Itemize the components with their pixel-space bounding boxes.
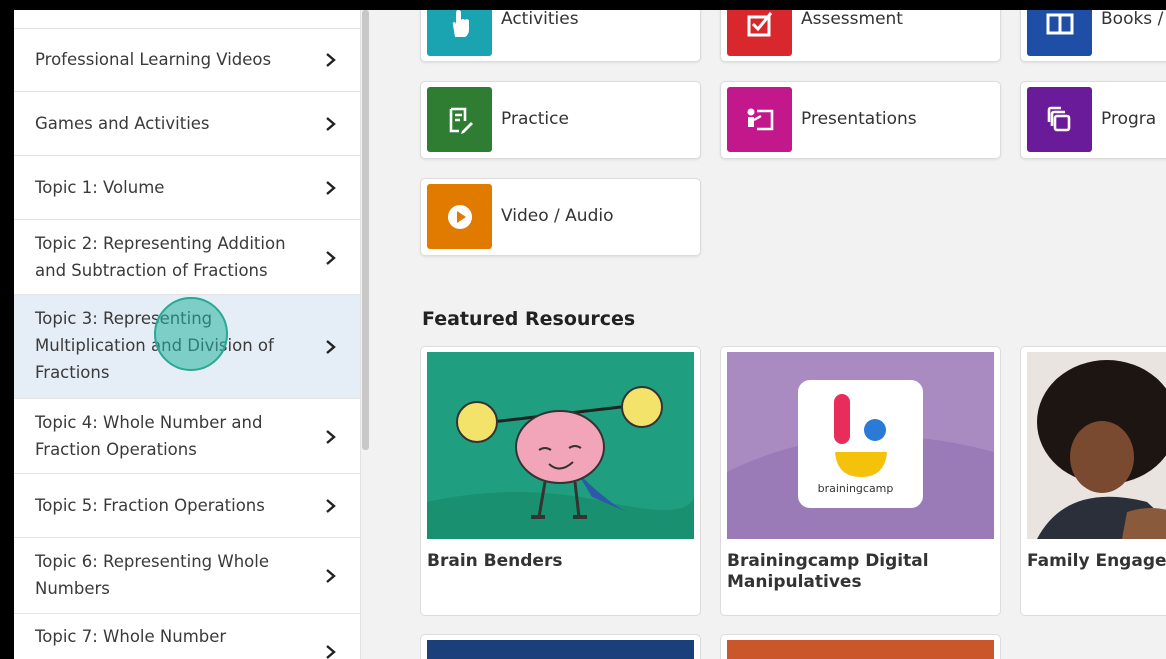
sidebar-item-label: Topic 2: Representing Addition and Subtr…	[35, 234, 286, 280]
tile-label: Books /	[1101, 10, 1164, 29]
tile-label: Presentations	[801, 109, 917, 129]
tile-label: Practice	[501, 109, 569, 129]
click-indicator	[154, 297, 228, 371]
tile-presentations[interactable]: Presentations	[720, 81, 1001, 159]
tile-assessment[interactable]: Assessment	[720, 10, 1001, 62]
tile-programs-icon-box	[1027, 87, 1092, 152]
family-photo-image	[1027, 352, 1166, 539]
sidebar-scrollbar[interactable]	[362, 10, 369, 450]
tile-practice-icon-box	[427, 87, 492, 152]
sidebar-item-topic-5[interactable]: Topic 5: Fraction Operations	[14, 474, 360, 538]
tile-label: Progra	[1101, 109, 1157, 129]
brainingcamp-logo-text: brainingcamp	[817, 482, 894, 495]
tile-video-icon-box	[427, 184, 492, 249]
tile-programs[interactable]: Progra	[1020, 81, 1166, 159]
checkbox-icon	[747, 11, 772, 36]
tile-label: Video / Audio	[501, 206, 614, 226]
sidebar-item-topic-4[interactable]: Topic 4: Whole Number and Fraction Opera…	[14, 399, 360, 474]
chevron-right-icon	[326, 645, 336, 659]
card-brainingcamp[interactable]: brainingcamp Brainingcamp Digital Manipu…	[720, 346, 1001, 616]
tile-label: Activities	[501, 10, 579, 29]
featured-resources-title: Featured Resources	[422, 308, 636, 330]
card-label: Brainingcamp Digital Manipulatives	[727, 551, 929, 592]
card-next-row-1-image	[427, 640, 694, 659]
chevron-right-icon	[326, 117, 336, 131]
tile-activities-icon-box	[427, 10, 492, 56]
tile-practice[interactable]: Practice	[420, 81, 701, 159]
tile-label: Assessment	[801, 10, 903, 29]
card-next-row-2-image	[727, 640, 994, 659]
chevron-right-icon	[326, 569, 336, 583]
play-icon	[447, 204, 472, 229]
card-next-row-1[interactable]	[420, 634, 701, 659]
chevron-right-icon	[326, 53, 336, 67]
chevron-right-icon	[326, 499, 336, 513]
tile-books-icon-box	[1027, 10, 1092, 56]
card-family-engagement[interactable]: Family Engagen	[1020, 346, 1166, 616]
hand-pointer-icon	[452, 10, 469, 37]
sidebar-item-professional-learning-videos[interactable]: Professional Learning Videos	[14, 28, 360, 92]
sidebar-item-label: Topic 4: Whole Number and Fraction Opera…	[35, 413, 263, 459]
chevron-right-icon	[326, 181, 336, 195]
app-frame: Professional Learning Videos Games and A…	[14, 10, 1166, 659]
presenter-icon	[747, 108, 773, 130]
sidebar-item-games-and-activities[interactable]: Games and Activities	[14, 92, 360, 156]
sidebar-item-topic-6[interactable]: Topic 6: Representing Whole Numbers	[14, 538, 360, 614]
chevron-right-icon	[326, 430, 336, 444]
layers-icon	[1047, 106, 1070, 131]
book-icon	[1046, 13, 1073, 34]
brainingcamp-logo-image	[727, 352, 994, 539]
sidebar-item-label: Professional Learning Videos	[35, 50, 272, 69]
chevron-right-icon	[326, 251, 336, 265]
pencil-doc-icon	[449, 107, 473, 134]
sidebar-item-label: Topic 1: Volume	[35, 178, 165, 197]
topic-sidebar: Professional Learning Videos Games and A…	[14, 10, 361, 659]
card-brain-benders[interactable]: Brain Benders	[420, 346, 701, 616]
card-next-row-2[interactable]	[720, 634, 1001, 659]
tile-assessment-icon-box	[727, 10, 792, 56]
sidebar-item-topic-7[interactable]: Topic 7: Whole Number	[14, 614, 360, 659]
sidebar-item-topic-2[interactable]: Topic 2: Representing Addition and Subtr…	[14, 220, 360, 295]
sidebar-item-label: Games and Activities	[35, 114, 210, 133]
sidebar-item-label: Topic 5: Fraction Operations	[35, 496, 265, 515]
chevron-right-icon	[326, 340, 336, 354]
brain-lifting-image	[427, 352, 694, 539]
tile-activities[interactable]: Activities	[420, 10, 701, 62]
card-label: Brain Benders	[427, 551, 563, 571]
sidebar-item-label: Topic 6: Representing Whole Numbers	[35, 552, 270, 598]
card-label: Family Engagen	[1027, 551, 1166, 571]
sidebar-item-label: Topic 7: Whole Number	[35, 627, 227, 646]
tile-video-audio[interactable]: Video / Audio	[420, 178, 701, 256]
tile-books[interactable]: Books /	[1020, 10, 1166, 62]
tile-presentations-icon-box	[727, 87, 792, 152]
sidebar-item-topic-1[interactable]: Topic 1: Volume	[14, 156, 360, 220]
